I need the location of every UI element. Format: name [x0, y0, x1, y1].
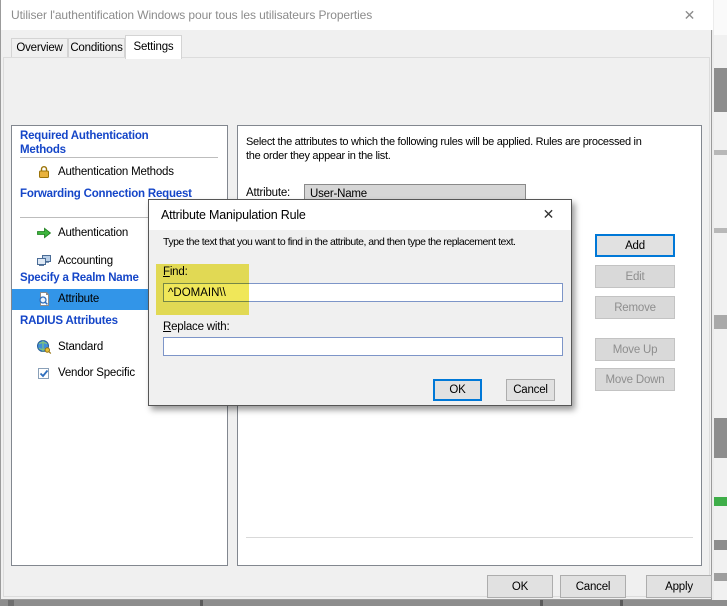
background-fragment — [714, 573, 727, 581]
tab-overview[interactable]: Overview — [11, 38, 68, 58]
find-label-rest: ind: — [170, 266, 188, 278]
find-label: Find: — [163, 266, 188, 278]
forward-arrow-icon — [36, 225, 52, 241]
remove-button[interactable]: Remove — [595, 296, 675, 319]
tree-item-authentication[interactable]: Authentication — [58, 227, 128, 239]
desktop-background-bottom-strip — [0, 600, 727, 606]
desktop-background-strip — [714, 0, 727, 606]
move-up-button[interactable]: Move Up — [595, 338, 675, 361]
apply-button[interactable]: Apply — [646, 575, 712, 598]
add-button[interactable]: Add — [595, 234, 675, 257]
tree-header-rule — [20, 157, 218, 158]
replace-label-accesskey: R — [163, 321, 171, 333]
background-fragment — [540, 600, 543, 606]
tree-item-authentication-methods[interactable]: Authentication Methods — [58, 166, 174, 178]
tree-header-required-auth: Required Authentication Methods — [20, 129, 195, 157]
background-fragment — [714, 315, 727, 329]
tree-item-vendor-specific[interactable]: Vendor Specific — [58, 367, 135, 379]
lock-icon — [36, 164, 52, 180]
replace-input[interactable] — [163, 337, 563, 356]
window-close-icon[interactable]: ✕ — [667, 0, 712, 30]
attribute-dropdown-label: Attribute: — [246, 187, 290, 199]
background-fragment — [620, 600, 623, 606]
background-fragment — [714, 228, 727, 233]
tab-settings[interactable]: Settings — [125, 35, 182, 59]
attribute-search-icon — [36, 291, 52, 307]
background-fragment — [8, 600, 14, 606]
dialog-title: Attribute Manipulation Rule — [161, 208, 306, 222]
rules-list-bottom-border — [246, 537, 693, 538]
attribute-manipulation-rule-dialog: Attribute Manipulation Rule ✕ Type the t… — [148, 199, 572, 406]
background-fragment — [714, 68, 727, 112]
tree-item-attribute[interactable]: Attribute — [58, 293, 99, 305]
background-fragment — [200, 600, 203, 606]
edit-button[interactable]: Edit — [595, 265, 675, 288]
title-bar: Utiliser l'authentification Windows pour… — [1, 0, 713, 30]
tree-item-accounting[interactable]: Accounting — [58, 255, 113, 267]
background-fragment — [714, 497, 727, 506]
ok-button[interactable]: OK — [487, 575, 553, 598]
replace-with-label: Replace with: — [163, 321, 229, 333]
background-fragment — [714, 540, 727, 550]
dialog-instruction: Type the text that you want to find in t… — [163, 236, 515, 248]
computers-icon — [36, 253, 52, 269]
dialog-close-icon[interactable]: ✕ — [526, 200, 571, 229]
tab-conditions[interactable]: Conditions — [68, 38, 125, 58]
cancel-button[interactable]: Cancel — [560, 575, 626, 598]
background-fragment — [714, 150, 727, 155]
rules-instruction-line-1: Select the attributes to which the follo… — [246, 136, 642, 148]
tree-item-standard[interactable]: Standard — [58, 341, 103, 353]
dialog-cancel-button[interactable]: Cancel — [506, 379, 555, 401]
move-down-button[interactable]: Move Down — [595, 368, 675, 391]
replace-label-rest: eplace with: — [171, 321, 229, 333]
find-input[interactable] — [163, 283, 563, 302]
background-fragment — [714, 0, 727, 35]
dialog-ok-button[interactable]: OK — [433, 379, 482, 401]
background-fragment — [714, 418, 727, 458]
find-label-accesskey: F — [163, 266, 170, 278]
checkbox-icon — [36, 365, 52, 381]
window-title: Utiliser l'authentification Windows pour… — [11, 8, 372, 22]
globe-key-icon — [36, 339, 52, 355]
rules-instruction-line-2: the order they appear in the list. — [246, 150, 391, 162]
dialog-title-bar: Attribute Manipulation Rule ✕ — [149, 200, 571, 230]
